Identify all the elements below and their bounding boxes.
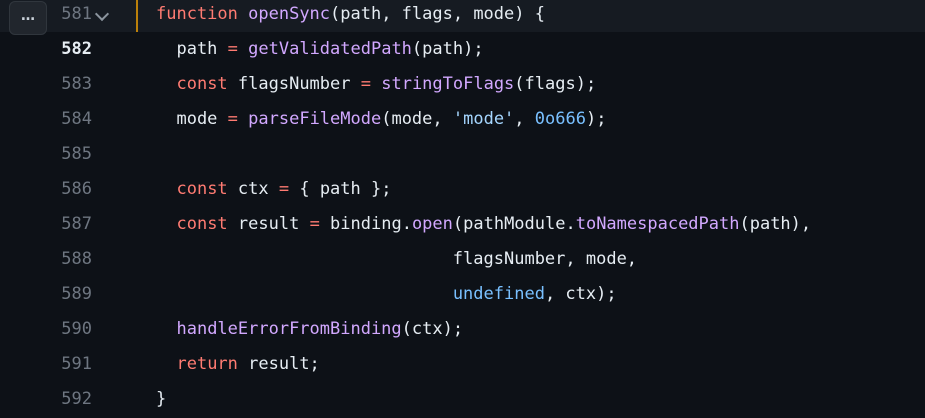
code-token: (pathModule. bbox=[452, 214, 576, 234]
code-token: 0o666 bbox=[534, 109, 586, 129]
code-text: return result; bbox=[156, 347, 320, 382]
code-text: mode = parseFileMode(mode, 'mode', 0o666… bbox=[156, 102, 606, 137]
code-token: 'mode' bbox=[452, 109, 515, 129]
code-token: = bbox=[360, 74, 371, 94]
code-token: binding. bbox=[319, 214, 412, 234]
code-token: path bbox=[156, 39, 228, 59]
line-number[interactable]: 588 bbox=[34, 242, 92, 277]
code-token: ctx bbox=[227, 179, 279, 199]
code-token: flagsNumber bbox=[227, 74, 361, 94]
code-token: = bbox=[278, 179, 290, 199]
code-token: parseFileMode bbox=[248, 109, 382, 129]
line-highlight-marker bbox=[136, 0, 138, 32]
code-token: ); bbox=[585, 109, 607, 129]
line-number[interactable]: 587 bbox=[34, 207, 92, 242]
line-number[interactable]: 586 bbox=[34, 172, 92, 207]
code-token: } bbox=[156, 389, 167, 409]
code-line[interactable]: 581 function openSync(path, flags, mode) … bbox=[0, 0, 925, 32]
code-token: getValidatedPath bbox=[248, 39, 412, 59]
code-line[interactable]: 592} bbox=[0, 382, 925, 417]
code-line[interactable]: 584 mode = parseFileMode(mode, 'mode', 0… bbox=[0, 102, 925, 137]
code-line[interactable]: 590 handleErrorFromBinding(ctx); bbox=[0, 312, 925, 347]
line-number[interactable]: 591 bbox=[34, 347, 92, 382]
code-token: const bbox=[176, 179, 228, 199]
code-token: const bbox=[176, 74, 228, 94]
code-token: = bbox=[227, 39, 238, 59]
code-line[interactable]: 587 const result = binding.open(pathModu… bbox=[0, 207, 925, 242]
line-number[interactable]: 583 bbox=[34, 67, 92, 102]
code-line[interactable]: 591 return result; bbox=[0, 347, 925, 382]
code-text: undefined, ctx); bbox=[156, 277, 617, 312]
line-number[interactable]: 584 bbox=[34, 102, 92, 137]
code-token: open bbox=[411, 214, 453, 234]
code-token: = bbox=[227, 109, 238, 129]
code-token: toNamespacedPath bbox=[575, 214, 740, 234]
code-token: = bbox=[309, 214, 320, 234]
line-number[interactable]: 592 bbox=[34, 382, 92, 417]
line-number[interactable]: 589 bbox=[34, 277, 92, 312]
code-token: function bbox=[156, 4, 238, 24]
code-text: } bbox=[156, 382, 166, 417]
code-token: handleErrorFromBinding bbox=[176, 319, 402, 339]
code-text: handleErrorFromBinding(ctx); bbox=[156, 312, 463, 347]
code-line[interactable]: 582 path = getValidatedPath(path); bbox=[0, 32, 925, 67]
code-line[interactable]: 583 const flagsNumber = stringToFlags(fl… bbox=[0, 67, 925, 102]
code-line[interactable]: 586 const ctx = { path }; bbox=[0, 172, 925, 207]
code-token: result bbox=[227, 214, 310, 234]
code-text: const result = binding.open(pathModule.t… bbox=[156, 207, 811, 242]
code-text: path = getValidatedPath(path); bbox=[156, 32, 484, 67]
line-number[interactable]: 590 bbox=[34, 312, 92, 347]
code-token: mode bbox=[156, 109, 228, 129]
code-line[interactable]: 585 bbox=[0, 137, 925, 172]
code-token: result; bbox=[237, 354, 320, 374]
code-token: return bbox=[176, 354, 238, 374]
line-number[interactable]: 585 bbox=[34, 137, 92, 172]
code-line[interactable]: 588 flagsNumber, mode, bbox=[0, 242, 925, 277]
code-text: flagsNumber, mode, bbox=[156, 242, 637, 277]
code-token: (ctx); bbox=[401, 319, 464, 339]
code-token: (path), bbox=[739, 214, 812, 234]
code-token: (path, flags, mode) { bbox=[330, 4, 545, 24]
code-token: { path }; bbox=[289, 179, 392, 199]
code-text: function openSync(path, flags, mode) { bbox=[156, 0, 545, 32]
code-token: stringToFlags bbox=[381, 74, 515, 94]
code-token: , bbox=[514, 109, 535, 129]
code-token: undefined bbox=[452, 284, 545, 304]
code-token: , ctx); bbox=[544, 284, 617, 304]
more-options-button[interactable]: … bbox=[9, 1, 47, 35]
code-token: (flags); bbox=[514, 74, 597, 94]
line-number[interactable]: 582 bbox=[34, 32, 92, 67]
code-line[interactable]: 589 undefined, ctx); bbox=[0, 277, 925, 312]
code-token: openSync bbox=[248, 4, 331, 24]
code-token: (mode, bbox=[381, 109, 453, 129]
code-token: const bbox=[176, 214, 228, 234]
code-viewer: 592} 591 return result; 590 handleErrorFro… bbox=[0, 0, 925, 418]
code-token: flagsNumber, mode, bbox=[156, 249, 638, 269]
code-text: const ctx = { path }; bbox=[156, 172, 391, 207]
code-text: const flagsNumber = stringToFlags(flags)… bbox=[156, 67, 596, 102]
code-token: (path); bbox=[411, 39, 484, 59]
chevron-down-icon[interactable] bbox=[94, 6, 110, 22]
